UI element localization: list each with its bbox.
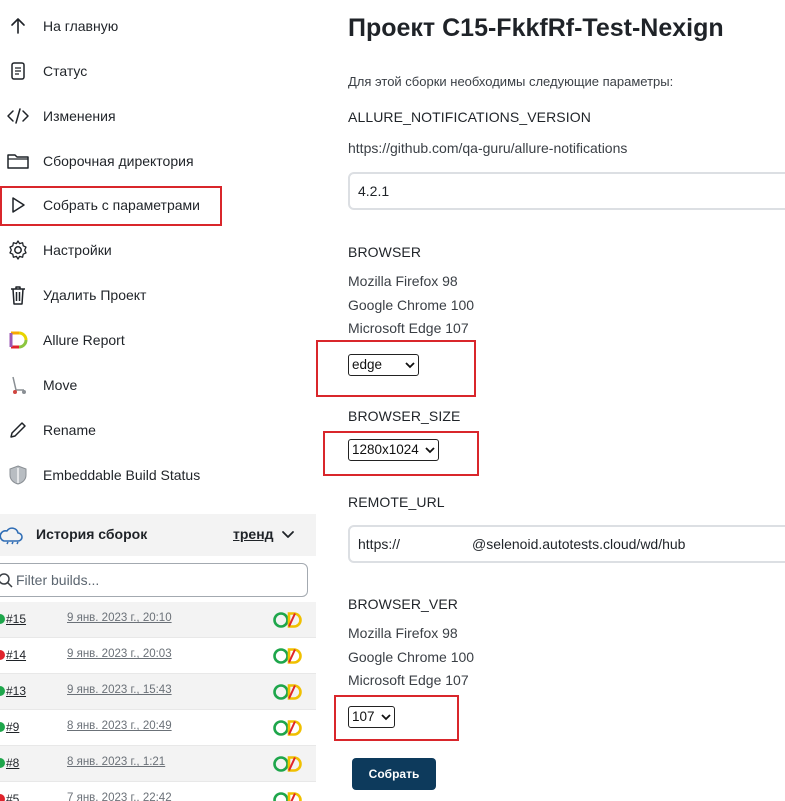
- sidebar-item-label: Сборочная директория: [43, 152, 194, 169]
- build-history-header: История сборок тренд: [0, 514, 316, 556]
- build-button[interactable]: Собрать: [352, 758, 436, 790]
- build-row[interactable]: #15 9 янв. 2023 г., 20:10: [0, 602, 316, 638]
- param-name-browser-size: BROWSER_SIZE: [348, 408, 461, 424]
- param-description-browser: Mozilla Firefox 98 Google Chrome 100 Mic…: [348, 270, 474, 341]
- allure-icon: [6, 328, 30, 352]
- highlight-box: [323, 431, 479, 476]
- cloud-icon: [0, 522, 24, 548]
- sidebar-item-move[interactable]: Move: [0, 362, 318, 407]
- chevron-down-icon[interactable]: [280, 526, 296, 542]
- description-line: Google Chrome 100: [348, 648, 475, 665]
- build-date-link[interactable]: 9 янв. 2023 г., 20:03: [67, 648, 172, 660]
- build-history-title: История сборок: [36, 526, 148, 542]
- allure-report-icon[interactable]: [272, 647, 306, 665]
- allure-version-value: 4.2.1: [358, 183, 390, 199]
- remote-url-value-end: @selenoid.autotests.cloud/wd/hub: [472, 536, 686, 552]
- build-date-link[interactable]: 9 янв. 2023 г., 15:43: [67, 684, 172, 696]
- filter-placeholder: Filter builds...: [16, 572, 100, 588]
- code-icon: [6, 104, 30, 128]
- sidebar-item-label: На главную: [43, 17, 119, 34]
- build-row[interactable]: #8 8 янв. 2023 г., 1:21: [0, 746, 316, 782]
- remote-url-input[interactable]: https:// @selenoid.autotests.cloud/wd/hu…: [348, 525, 785, 563]
- sidebar-item-delete-project[interactable]: Удалить Проект: [0, 272, 318, 317]
- sidebar: На главную Статус Изменения Сборочная ди…: [0, 0, 318, 801]
- sidebar-item-label: Move: [43, 376, 78, 393]
- scooter-icon: [6, 373, 30, 397]
- description-line: Microsoft Edge 107: [348, 672, 469, 688]
- allure-report-icon[interactable]: [272, 755, 306, 773]
- sidebar-item-label: Изменения: [43, 107, 116, 124]
- sidebar-item-label: Удалить Проект: [43, 286, 147, 303]
- remote-url-value-start: https://: [358, 536, 401, 552]
- sidebar-item-label: Статус: [43, 62, 88, 79]
- build-number-link[interactable]: #14: [6, 648, 26, 662]
- build-number-link[interactable]: #15: [6, 612, 26, 626]
- param-description-browser-ver: Mozilla Firefox 98 Google Chrome 100 Mic…: [348, 622, 474, 693]
- allure-version-input[interactable]: 4.2.1: [348, 172, 785, 210]
- description-line: Microsoft Edge 107: [348, 320, 469, 336]
- param-name-browser-ver: BROWSER_VER: [348, 596, 459, 612]
- build-number-link[interactable]: #9: [6, 720, 19, 734]
- param-name-allure-version: ALLURE_NOTIFICATIONS_VERSION: [348, 109, 591, 125]
- description-line: Mozilla Firefox 98: [348, 625, 458, 641]
- build-status-icon: [0, 794, 5, 801]
- build-status-icon: [0, 650, 5, 660]
- build-status-icon: [0, 722, 5, 732]
- build-number-link[interactable]: #8: [6, 756, 19, 770]
- sidebar-item-label: Настройки: [43, 241, 112, 258]
- param-name-remote-url: REMOTE_URL: [348, 494, 445, 510]
- trash-icon: [6, 283, 30, 307]
- build-status-icon: [0, 614, 5, 624]
- sidebar-item-rename[interactable]: Rename: [0, 407, 318, 452]
- sidebar-item-workspace[interactable]: Сборочная директория: [0, 138, 318, 183]
- build-number-link[interactable]: #5: [6, 792, 19, 801]
- parameters-intro: Для этой сборки необходимы следующие пар…: [348, 74, 674, 89]
- build-row[interactable]: #9 8 янв. 2023 г., 20:49: [0, 710, 316, 746]
- sidebar-item-home[interactable]: На главную: [0, 3, 318, 48]
- sidebar-item-allure-report[interactable]: Allure Report: [0, 317, 318, 362]
- build-date-link[interactable]: 8 янв. 2023 г., 1:21: [67, 756, 165, 768]
- sidebar-item-label: Rename: [43, 421, 96, 438]
- arrow-up-icon: [6, 14, 30, 38]
- build-row[interactable]: #5 7 янв. 2023 г., 22:42: [0, 782, 316, 801]
- sidebar-item-label: Embeddable Build Status: [43, 466, 201, 483]
- highlight-box: [334, 695, 459, 741]
- sidebar-item-status[interactable]: Статус: [0, 48, 318, 93]
- highlight-box: [0, 186, 222, 226]
- sidebar-item-settings[interactable]: Настройки: [0, 227, 318, 272]
- sidebar-item-embeddable-build-status[interactable]: Embeddable Build Status: [0, 452, 318, 497]
- description-line: Mozilla Firefox 98: [348, 273, 458, 289]
- document-icon: [6, 59, 30, 83]
- build-status-icon: [0, 758, 5, 768]
- allure-report-icon[interactable]: [272, 719, 306, 737]
- build-status-icon: [0, 686, 5, 696]
- build-date-link[interactable]: 8 янв. 2023 г., 20:49: [67, 720, 172, 732]
- gear-icon: [6, 238, 30, 262]
- search-icon: [0, 572, 13, 588]
- folder-icon: [6, 149, 30, 173]
- shield-icon: [6, 463, 30, 487]
- build-date-link[interactable]: 9 янв. 2023 г., 20:10: [67, 612, 172, 624]
- highlight-box: [316, 340, 476, 397]
- param-description-allure-version: https://github.com/qa-guru/allure-notifi…: [348, 140, 628, 156]
- page-title: Проект C15-FkkfRf-Test-Nexign: [348, 14, 724, 42]
- allure-report-icon[interactable]: [272, 791, 306, 801]
- build-row[interactable]: #14 9 янв. 2023 г., 20:03: [0, 638, 316, 674]
- trend-link[interactable]: тренд: [233, 526, 274, 542]
- allure-report-icon[interactable]: [272, 683, 306, 701]
- filter-builds-input[interactable]: Filter builds...: [0, 563, 308, 597]
- build-number-link[interactable]: #13: [6, 684, 26, 698]
- description-line: Google Chrome 100: [348, 296, 475, 313]
- pencil-icon: [6, 418, 30, 442]
- allure-report-icon[interactable]: [272, 611, 306, 629]
- build-date-link[interactable]: 7 янв. 2023 г., 22:42: [67, 792, 172, 801]
- build-row[interactable]: #13 9 янв. 2023 г., 15:43: [0, 674, 316, 710]
- param-name-browser: BROWSER: [348, 244, 422, 260]
- sidebar-item-label: Allure Report: [43, 331, 125, 348]
- sidebar-item-changes[interactable]: Изменения: [0, 93, 318, 138]
